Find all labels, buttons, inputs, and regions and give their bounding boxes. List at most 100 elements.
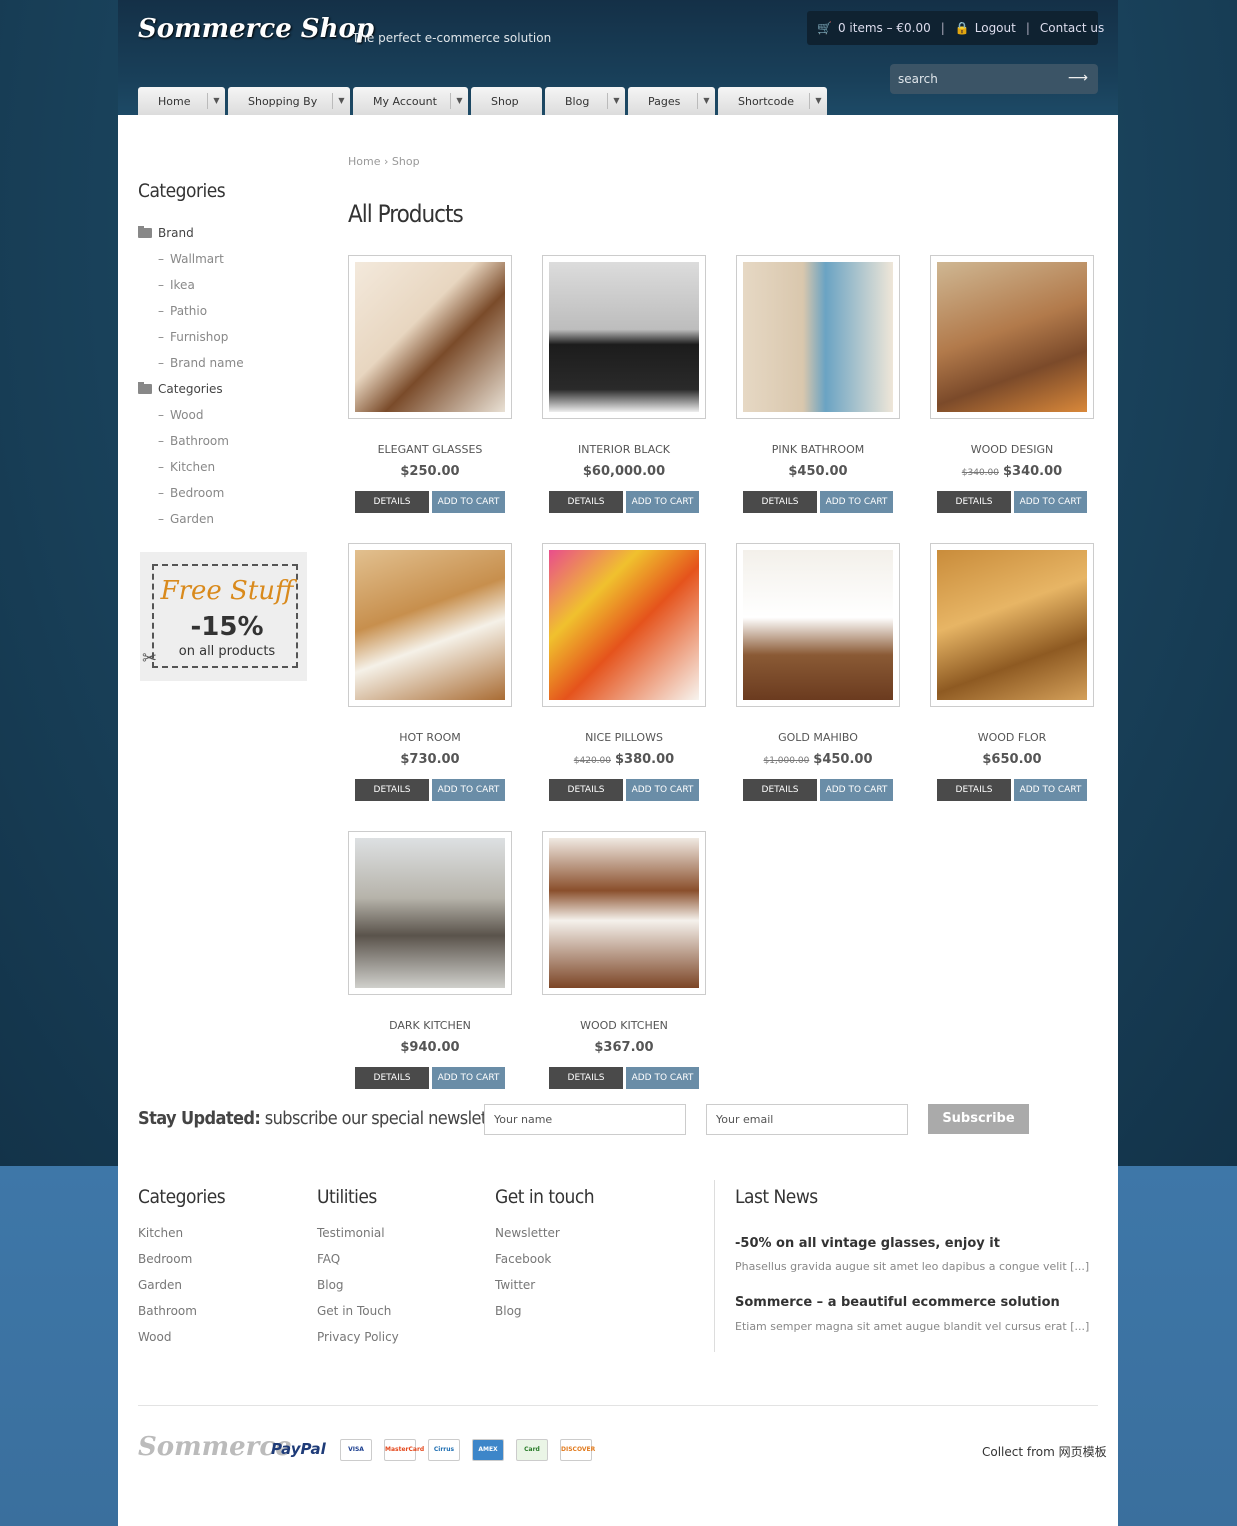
logout-link[interactable]: Logout <box>975 21 1016 35</box>
add-to-cart-button[interactable]: ADD TO CART <box>432 1067 505 1089</box>
nav-item[interactable]: Pages ▼ <box>628 87 715 115</box>
payment-card-icon: MasterCard <box>384 1439 424 1461</box>
add-to-cart-button[interactable]: ADD TO CART <box>626 1067 699 1089</box>
product-name[interactable]: WOOD KITCHEN <box>542 1019 706 1032</box>
add-to-cart-button[interactable]: ADD TO CART <box>820 779 893 801</box>
name-input[interactable] <box>485 1105 685 1134</box>
collect-from-credit[interactable]: Collect from 网页模板 <box>982 1443 1107 1460</box>
add-to-cart-button[interactable]: ADD TO CART <box>626 779 699 801</box>
product-price-row: $250.00 <box>348 464 512 479</box>
product-image[interactable] <box>542 831 706 995</box>
footer-link[interactable]: Facebook <box>495 1252 594 1278</box>
chevron-down-icon[interactable]: ▼ <box>207 93 225 109</box>
footer-link[interactable]: Testimonial <box>317 1226 399 1252</box>
product-name[interactable]: PINK BATHROOM <box>736 443 900 456</box>
category-link[interactable]: – Wood <box>138 402 244 428</box>
add-to-cart-button[interactable]: ADD TO CART <box>626 491 699 513</box>
product-name[interactable]: NICE PILLOWS <box>542 731 706 744</box>
chevron-down-icon[interactable]: ▼ <box>809 93 827 109</box>
product-name[interactable]: ELEGANT GLASSES <box>348 443 512 456</box>
promo-banner[interactable]: Free Stuff -15% on all products ✂ <box>140 552 307 681</box>
details-button[interactable]: DETAILS <box>743 491 817 513</box>
chevron-down-icon[interactable]: ▼ <box>332 93 350 109</box>
product-photo <box>355 838 505 988</box>
product-image[interactable] <box>542 543 706 707</box>
details-button[interactable]: DETAILS <box>355 779 429 801</box>
category-link[interactable]: – Brand name <box>138 350 244 376</box>
product-image[interactable] <box>542 255 706 419</box>
chevron-down-icon[interactable]: ▼ <box>697 93 715 109</box>
product-name[interactable]: WOOD DESIGN <box>930 443 1094 456</box>
nav-item[interactable]: My Account ▼ <box>353 87 468 115</box>
product-name[interactable]: GOLD MAHIBO <box>736 731 900 744</box>
contact-link[interactable]: Contact us <box>1040 21 1104 35</box>
arrow-right-icon[interactable]: ⟶ <box>1068 70 1088 86</box>
add-to-cart-button[interactable]: ADD TO CART <box>820 491 893 513</box>
footer-link[interactable]: Privacy Policy <box>317 1330 399 1356</box>
footer-link[interactable]: FAQ <box>317 1252 399 1278</box>
footer-link[interactable]: Garden <box>138 1278 225 1304</box>
product-image[interactable] <box>930 255 1094 419</box>
cart-icon[interactable]: 🛒 <box>817 21 832 35</box>
footer-link[interactable]: Get in Touch <box>317 1304 399 1330</box>
footer-link[interactable]: Newsletter <box>495 1226 594 1252</box>
category-link[interactable]: – Bathroom <box>138 428 244 454</box>
cart-summary-link[interactable]: 0 items – €0.00 <box>838 21 931 35</box>
subscribe-button[interactable]: Subscribe <box>928 1104 1029 1134</box>
breadcrumb-home[interactable]: Home <box>348 155 380 168</box>
category-link[interactable]: – Ikea <box>138 272 244 298</box>
category-link[interactable]: – Bedroom <box>138 480 244 506</box>
footer-link[interactable]: Bathroom <box>138 1304 225 1330</box>
category-link[interactable]: – Pathio <box>138 298 244 324</box>
product-name[interactable]: DARK KITCHEN <box>348 1019 512 1032</box>
category-link[interactable]: – Garden <box>138 506 244 532</box>
nav-item-label: Blog <box>565 94 590 108</box>
email-input[interactable] <box>707 1105 907 1134</box>
add-to-cart-button[interactable]: ADD TO CART <box>432 779 505 801</box>
product-image[interactable] <box>348 255 512 419</box>
details-button[interactable]: DETAILS <box>355 491 429 513</box>
details-button[interactable]: DETAILS <box>549 491 623 513</box>
news-item-title[interactable]: -50% on all vintage glasses, enjoy it <box>735 1236 1000 1251</box>
product-image[interactable] <box>348 543 512 707</box>
footer-link[interactable]: Wood <box>138 1330 225 1356</box>
footer-link[interactable]: Blog <box>317 1278 399 1304</box>
chevron-down-icon[interactable]: ▼ <box>450 93 468 109</box>
product-photo <box>743 550 893 700</box>
product-card: HOT ROOM $730.00 DETAILS ADD TO CART <box>348 543 512 813</box>
details-button[interactable]: DETAILS <box>549 779 623 801</box>
nav-item[interactable]: Shopping By ▼ <box>228 87 350 115</box>
footer-link[interactable]: Blog <box>495 1304 594 1330</box>
nav-item[interactable]: Shop <box>471 87 542 115</box>
add-to-cart-button[interactable]: ADD TO CART <box>1014 779 1087 801</box>
product-image[interactable] <box>736 543 900 707</box>
category-link[interactable]: – Kitchen <box>138 454 244 480</box>
product-image[interactable] <box>930 543 1094 707</box>
search-input[interactable] <box>898 70 1058 88</box>
footer-link[interactable]: Kitchen <box>138 1226 225 1252</box>
product-name[interactable]: INTERIOR BLACK <box>542 443 706 456</box>
category-group[interactable]: Brand <box>138 220 244 246</box>
category-group[interactable]: Categories <box>138 376 244 402</box>
nav-item[interactable]: Blog ▼ <box>545 87 625 115</box>
nav-item[interactable]: Home ▼ <box>138 87 225 115</box>
category-link[interactable]: – Furnishop <box>138 324 244 350</box>
details-button[interactable]: DETAILS <box>355 1067 429 1089</box>
footer-link[interactable]: Twitter <box>495 1278 594 1304</box>
category-link[interactable]: – Wallmart <box>138 246 244 272</box>
product-name[interactable]: WOOD FLOR <box>930 731 1094 744</box>
nav-item[interactable]: Shortcode ▼ <box>718 87 827 115</box>
site-logo[interactable]: Sommerce Shop <box>138 14 374 44</box>
product-image[interactable] <box>348 831 512 995</box>
footer-link[interactable]: Bedroom <box>138 1252 225 1278</box>
details-button[interactable]: DETAILS <box>937 779 1011 801</box>
chevron-down-icon[interactable]: ▼ <box>607 93 625 109</box>
add-to-cart-button[interactable]: ADD TO CART <box>1014 491 1087 513</box>
details-button[interactable]: DETAILS <box>937 491 1011 513</box>
product-name[interactable]: HOT ROOM <box>348 731 512 744</box>
news-item-title[interactable]: Sommerce – a beautiful ecommerce solutio… <box>735 1295 1060 1310</box>
details-button[interactable]: DETAILS <box>743 779 817 801</box>
add-to-cart-button[interactable]: ADD TO CART <box>432 491 505 513</box>
details-button[interactable]: DETAILS <box>549 1067 623 1089</box>
product-image[interactable] <box>736 255 900 419</box>
